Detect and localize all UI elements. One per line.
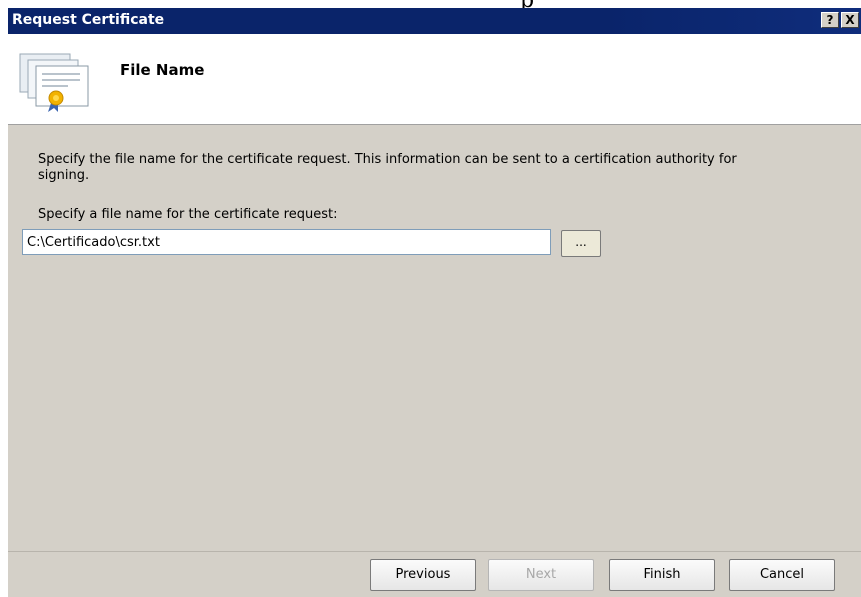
next-button[interactable]: Next [488,559,594,591]
previous-button[interactable]: Previous [370,559,476,591]
window-title: Request Certificate [12,12,165,28]
finish-button[interactable]: Finish [609,559,715,591]
request-certificate-dialog: Request Certificate ? X File Name Specif… [8,8,861,597]
browse-button[interactable]: ... [561,230,601,257]
description-text: Specify the file name for the certificat… [38,152,737,183]
close-button[interactable]: X [841,12,859,28]
wizard-content: Specify the file name for the certificat… [8,125,861,597]
certificate-icon [19,53,89,112]
help-button[interactable]: ? [821,12,839,28]
title-bar[interactable]: Request Certificate ? X [8,8,861,34]
cancel-button[interactable]: Cancel [729,559,835,591]
page-title: File Name [120,61,205,79]
file-name-label: Specify a file name for the certificate … [38,207,338,222]
button-bar: Previous Next Finish Cancel [8,551,861,597]
file-name-input[interactable] [22,229,551,255]
wizard-header: File Name [8,34,861,125]
